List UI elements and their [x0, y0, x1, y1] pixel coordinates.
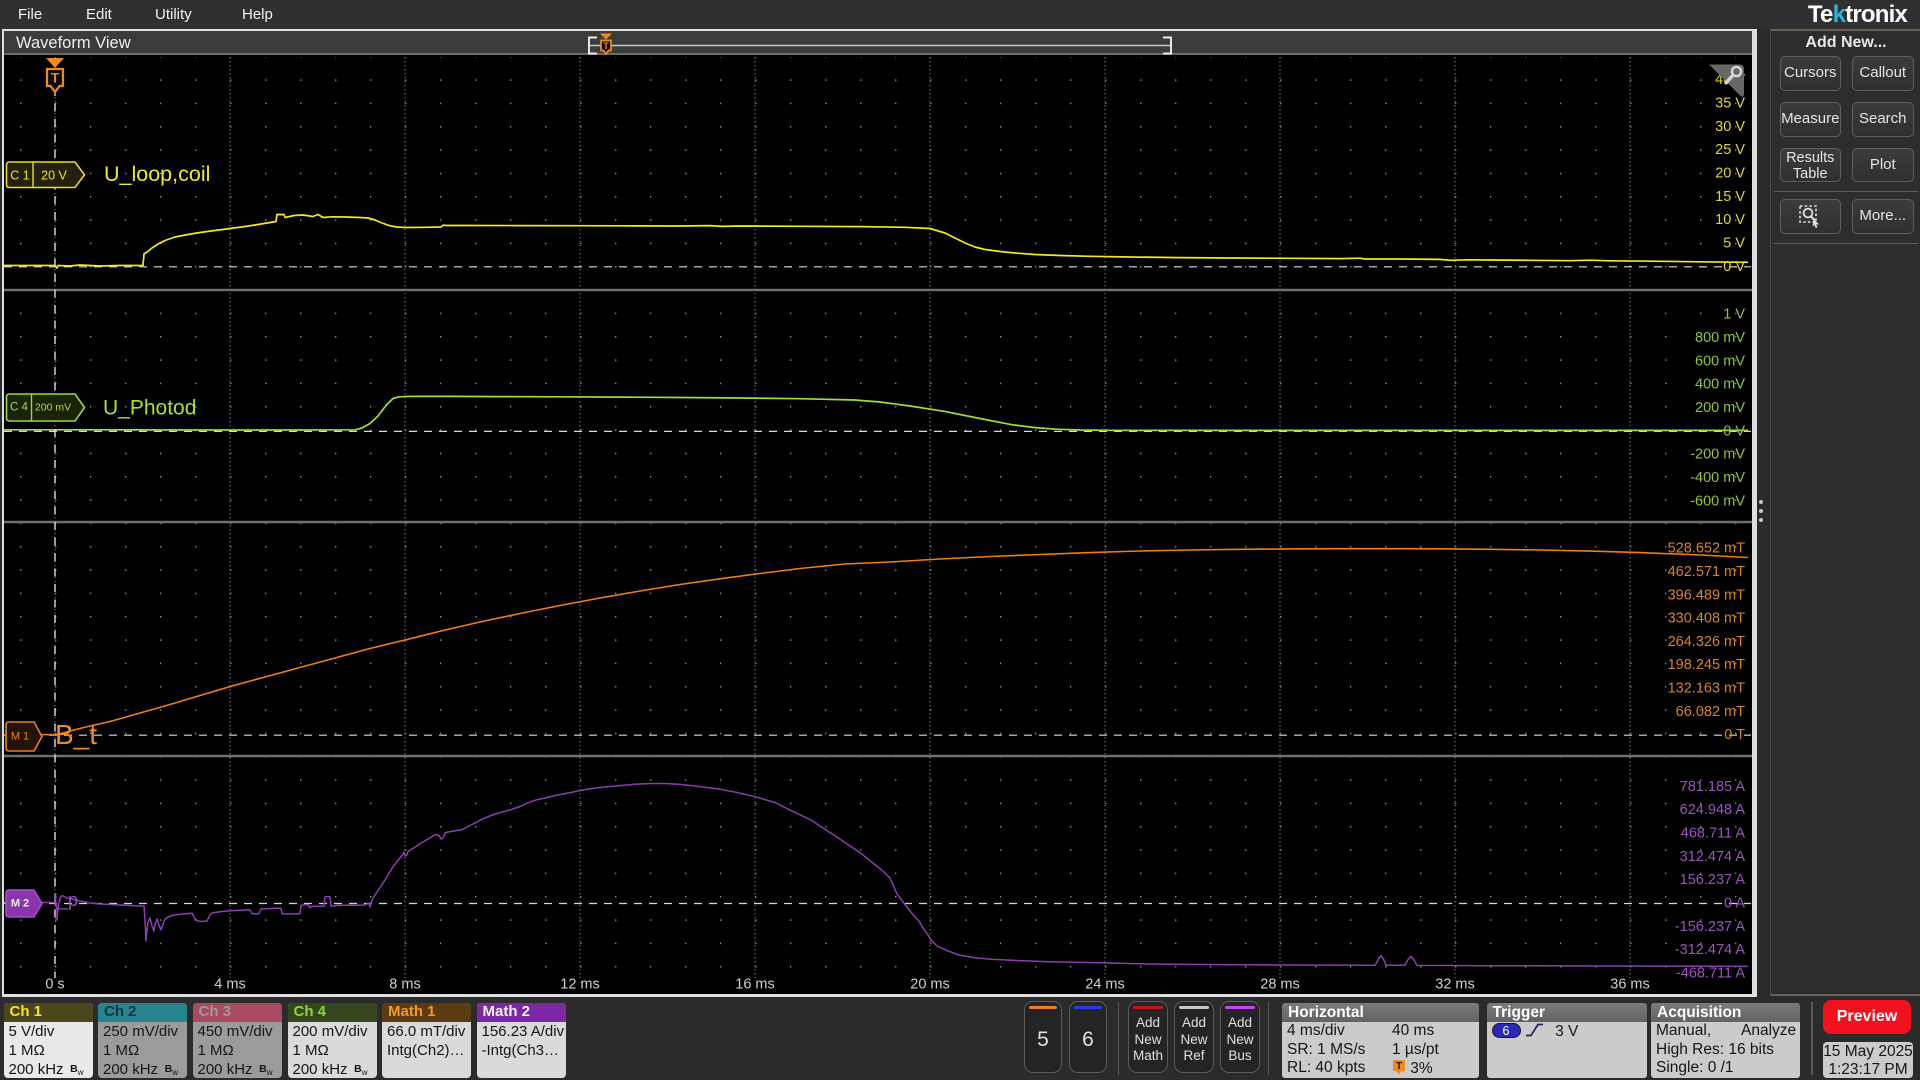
- svg-text:8 ms: 8 ms: [389, 977, 420, 993]
- svg-text:462.571 mT: 462.571 mT: [1668, 564, 1746, 580]
- svg-text:B_t: B_t: [55, 719, 97, 750]
- svg-text:-156.237 A: -156.237 A: [1675, 919, 1745, 935]
- svg-text:30 V: 30 V: [1715, 119, 1745, 135]
- svg-text:156.237 A: 156.237 A: [1680, 872, 1746, 888]
- svg-text:10 V: 10 V: [1715, 212, 1745, 228]
- svg-text:0 V: 0 V: [1723, 423, 1745, 439]
- svg-text:396.489 mT: 396.489 mT: [1668, 587, 1746, 603]
- svg-text:312.474 A: 312.474 A: [1680, 849, 1746, 865]
- svg-text:1 V: 1 V: [1723, 307, 1745, 323]
- svg-text:-468.711 A: -468.711 A: [1676, 966, 1745, 982]
- svg-text:T: T: [51, 71, 60, 86]
- svg-text:T: T: [1396, 1061, 1402, 1072]
- svg-text:200 mV: 200 mV: [1695, 400, 1745, 416]
- svg-text:20 V: 20 V: [1715, 165, 1745, 181]
- svg-text:400 mV: 400 mV: [1695, 377, 1745, 393]
- svg-text:C 4: C 4: [10, 401, 29, 413]
- svg-text:-400 mV: -400 mV: [1690, 470, 1745, 486]
- svg-text:U_loop,coil: U_loop,coil: [104, 162, 210, 186]
- svg-text:528.652 mT: 528.652 mT: [1668, 541, 1746, 557]
- svg-text:32 ms: 32 ms: [1435, 977, 1475, 993]
- svg-text:600 mV: 600 mV: [1695, 353, 1745, 369]
- svg-text:-312.474 A: -312.474 A: [1675, 942, 1745, 958]
- svg-text:15 V: 15 V: [1715, 189, 1745, 205]
- svg-text:330.408 mT: 330.408 mT: [1668, 611, 1746, 627]
- svg-text:264.326 mT: 264.326 mT: [1668, 634, 1746, 650]
- svg-text:20 V: 20 V: [41, 168, 67, 182]
- svg-text:0 s: 0 s: [45, 977, 64, 993]
- svg-text:0 A: 0 A: [1724, 896, 1745, 912]
- svg-text:66.082 mT: 66.082 mT: [1676, 704, 1745, 720]
- svg-text:-200 mV: -200 mV: [1690, 447, 1745, 463]
- svg-text:28 ms: 28 ms: [1260, 977, 1300, 993]
- svg-text:468.711 A: 468.711 A: [1681, 826, 1746, 842]
- svg-text:20 ms: 20 ms: [910, 977, 950, 993]
- svg-text:16 ms: 16 ms: [735, 977, 775, 993]
- svg-text:25 V: 25 V: [1715, 142, 1745, 158]
- svg-text:198.245 mT: 198.245 mT: [1668, 657, 1746, 673]
- svg-text:T: T: [603, 41, 609, 51]
- svg-text:U_Photod: U_Photod: [103, 397, 196, 420]
- svg-text:5 V: 5 V: [1723, 235, 1745, 251]
- svg-text:12 ms: 12 ms: [560, 977, 600, 993]
- svg-text:781.185 A: 781.185 A: [1680, 779, 1746, 795]
- svg-text:35 V: 35 V: [1715, 95, 1745, 111]
- svg-text:132.163 mT: 132.163 mT: [1668, 681, 1746, 697]
- svg-text:C 1: C 1: [10, 168, 30, 182]
- svg-text:0 V: 0 V: [1723, 259, 1745, 275]
- svg-text:624.948 A: 624.948 A: [1680, 802, 1746, 818]
- svg-text:4 ms: 4 ms: [214, 977, 245, 993]
- svg-text:24 ms: 24 ms: [1085, 977, 1125, 993]
- svg-text:200 mV: 200 mV: [35, 401, 71, 413]
- svg-text:-600 mV: -600 mV: [1690, 493, 1745, 509]
- svg-text:36 ms: 36 ms: [1610, 977, 1650, 993]
- svg-text:I_p: I_p: [53, 890, 78, 911]
- svg-text:0 T: 0 T: [1724, 727, 1745, 743]
- svg-text:M 1: M 1: [11, 730, 29, 742]
- svg-text:M 2: M 2: [11, 897, 29, 909]
- svg-text:800 mV: 800 mV: [1695, 330, 1745, 346]
